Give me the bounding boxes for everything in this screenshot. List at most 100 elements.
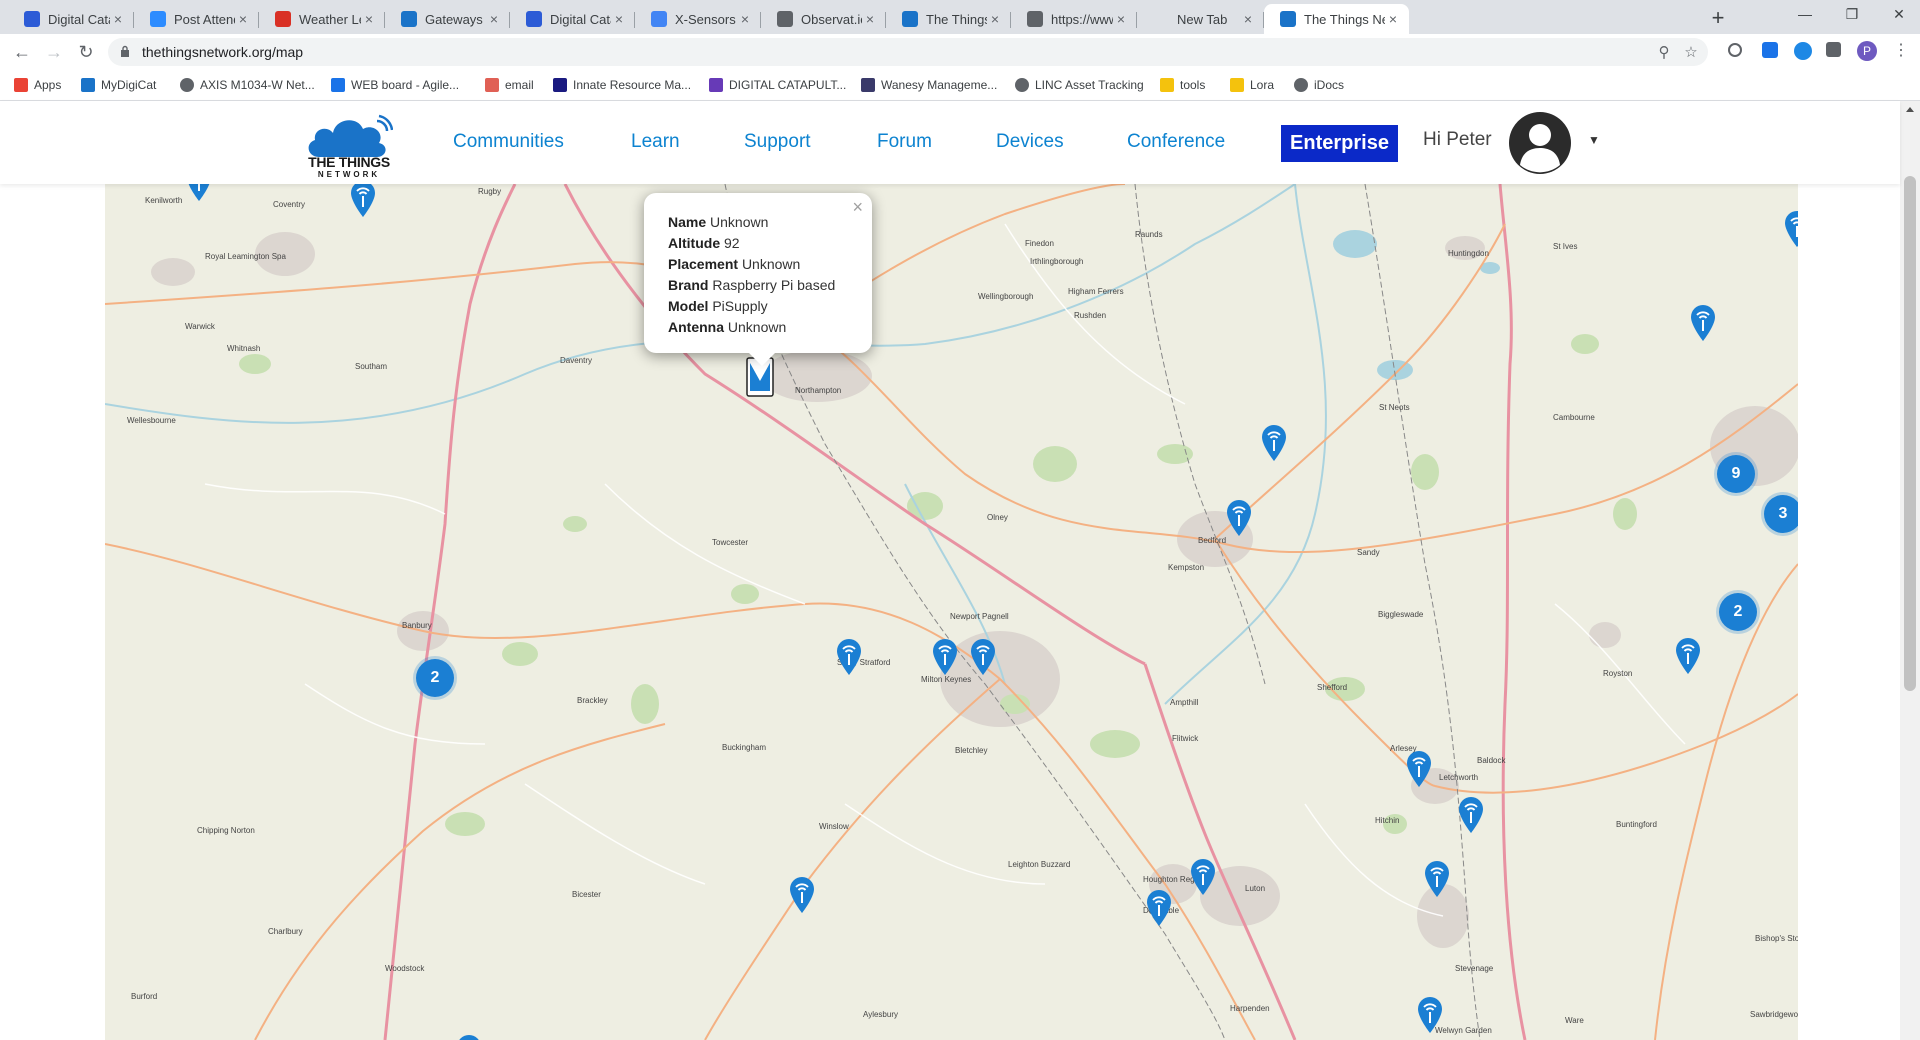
user-avatar-icon[interactable] [1508, 111, 1572, 175]
browser-tab[interactable]: Observat.io × [761, 4, 886, 34]
nav-support[interactable]: Support [744, 131, 811, 153]
scrollbar-thumb[interactable] [1904, 176, 1916, 691]
address-bar[interactable]: thethingsnetwork.org/map ⚲ ☆ [108, 38, 1708, 66]
bookmark-item[interactable]: LINC Asset Tracking [1015, 76, 1144, 94]
menu-kebab-icon[interactable]: ⋮ [1893, 40, 1909, 60]
page-scrollbar[interactable] [1900, 101, 1920, 1040]
gateway-cluster[interactable]: 9 [1717, 455, 1755, 493]
gateway-cluster[interactable]: 3 [1764, 495, 1798, 533]
user-greeting[interactable]: Hi Peter [1423, 129, 1492, 151]
bookmark-item[interactable]: tools [1160, 76, 1205, 94]
popup-close-icon[interactable]: × [852, 197, 863, 218]
back-icon[interactable]: ← [10, 40, 34, 64]
gateway-pin-icon[interactable] [1674, 637, 1702, 675]
tab-close-icon[interactable]: × [862, 11, 878, 27]
gateway-pin-icon[interactable] [969, 638, 997, 676]
gateway-pin-icon[interactable] [835, 638, 863, 676]
ttn-logo[interactable]: THE THINGS NETWORK [305, 113, 394, 179]
bookmark-item[interactable]: Innate Resource Ma... [553, 76, 691, 94]
gateway-pin-icon[interactable] [185, 184, 213, 202]
gateway-pin-icon[interactable] [455, 1034, 483, 1040]
bookmark-item[interactable]: Wanesy Manageme... [861, 76, 997, 94]
gateway-map[interactable]: Kenilworth Rugby Coventry Royal Leamingt… [105, 184, 1798, 1040]
browser-tab[interactable]: Weather Ledger C× [259, 4, 385, 34]
ttn-cloud-icon [1280, 11, 1296, 27]
nav-devices[interactable]: Devices [996, 131, 1064, 153]
extension-blue-icon[interactable] [1762, 42, 1778, 58]
bookmark-item[interactable]: iDocs [1294, 76, 1344, 94]
browser-tab[interactable]: X-Sensors X-132× [635, 4, 761, 34]
tab-close-icon[interactable]: × [486, 11, 502, 27]
gateway-pin-icon[interactable] [1457, 796, 1485, 834]
browser-tab[interactable]: Post Attendee - Z× [134, 4, 259, 34]
tab-close-icon[interactable]: × [1240, 11, 1256, 27]
extension-sync-icon[interactable] [1794, 42, 1812, 60]
tab-close-icon[interactable]: × [987, 11, 1003, 27]
bookmark-item[interactable]: DIGITAL CATAPULT... [709, 76, 846, 94]
gateway-pin-icon[interactable] [931, 638, 959, 676]
browser-tab[interactable]: The Things Netw× [886, 4, 1011, 34]
gateway-pin-icon[interactable] [1689, 304, 1717, 342]
scroll-up-icon[interactable] [1906, 107, 1914, 112]
bookmark-item[interactable]: AXIS M1034-W Net... [180, 76, 315, 94]
place-label: Olney [987, 513, 1008, 522]
gateway-pin-icon[interactable] [1225, 499, 1253, 537]
browser-tab[interactable]: https://www.the× [1011, 4, 1137, 34]
bookmark-item[interactable]: WEB board - Agile... [331, 76, 459, 94]
place-label: Chipping Norton [197, 826, 255, 835]
gateway-pin-icon[interactable] [1423, 860, 1451, 898]
bookmark-star-icon[interactable]: ☆ [1682, 44, 1700, 62]
gateway-pin-icon[interactable] [1189, 858, 1217, 896]
user-menu-caret-icon[interactable]: ▼ [1588, 133, 1600, 147]
gateway-pin-icon[interactable] [1260, 424, 1288, 462]
tab-close-icon[interactable]: × [1113, 11, 1129, 27]
place-label: Flitwick [1172, 734, 1199, 743]
nav-communities[interactable]: Communities [453, 131, 564, 153]
gateway-pin-icon[interactable] [1145, 889, 1173, 927]
tab-close-icon[interactable]: × [235, 11, 251, 27]
gateway-cluster[interactable]: 2 [416, 659, 454, 697]
nav-forum[interactable]: Forum [877, 131, 932, 153]
popup-row-value: Unknown [741, 256, 801, 272]
bookmark-item[interactable]: Lora [1230, 76, 1274, 94]
place-label: Banbury [402, 621, 432, 630]
forward-icon[interactable]: → [42, 40, 66, 64]
new-tab-button[interactable]: + [1706, 7, 1730, 31]
tab-close-icon[interactable]: × [737, 11, 753, 27]
tab-close-icon[interactable]: × [110, 11, 126, 27]
tab-close-icon[interactable]: × [361, 11, 377, 27]
zoom-icon[interactable]: ⚲ [1655, 44, 1673, 62]
nav-learn[interactable]: Learn [631, 131, 680, 153]
gateway-pin-icon[interactable] [349, 184, 377, 218]
restore-icon[interactable]: ❐ [1837, 6, 1867, 26]
popup-row-value: 92 [724, 235, 740, 251]
gateway-cluster[interactable]: 2 [1719, 593, 1757, 631]
nav-conference[interactable]: Conference [1127, 131, 1225, 153]
extensions-puzzle-icon[interactable] [1826, 42, 1841, 57]
gateway-pin-icon[interactable] [788, 876, 816, 914]
browser-toolbar: ← → ↻ thethingsnetwork.org/map ⚲ ☆ P ⋮ [0, 34, 1920, 70]
bookmark-item[interactable]: Apps [14, 76, 61, 94]
browser-tab[interactable]: The Things Netw× [1264, 4, 1409, 34]
tab-title: New Tab [1177, 11, 1228, 27]
lock-icon [121, 45, 129, 57]
gateway-pin-icon[interactable] [1783, 210, 1798, 248]
reload-icon[interactable]: ↻ [74, 40, 98, 64]
bookmark-item[interactable]: MyDigiCat [81, 76, 156, 94]
bookmark-item[interactable]: email [485, 76, 534, 94]
minimize-icon[interactable]: — [1790, 6, 1820, 26]
place-label: Ampthill [1170, 698, 1199, 707]
tab-close-icon[interactable]: × [611, 11, 627, 27]
browser-tab[interactable]: Digital Catapult S× [8, 4, 134, 34]
gateway-pin-icon[interactable] [1405, 750, 1433, 788]
browser-tab[interactable]: New Tab × [1137, 4, 1264, 34]
browser-tab[interactable]: Digital Catapult S× [510, 4, 635, 34]
browser-tab[interactable]: Gateways data u× [385, 4, 510, 34]
close-window-icon[interactable]: ✕ [1884, 6, 1914, 26]
gateway-pin-icon[interactable] [1416, 996, 1444, 1034]
profile-avatar[interactable]: P [1857, 41, 1877, 61]
digital-catapult-icon [24, 11, 40, 27]
enterprise-button[interactable]: Enterprise [1281, 125, 1398, 162]
extension-circle-icon[interactable] [1728, 43, 1742, 57]
tab-close-icon[interactable]: × [1385, 11, 1401, 27]
